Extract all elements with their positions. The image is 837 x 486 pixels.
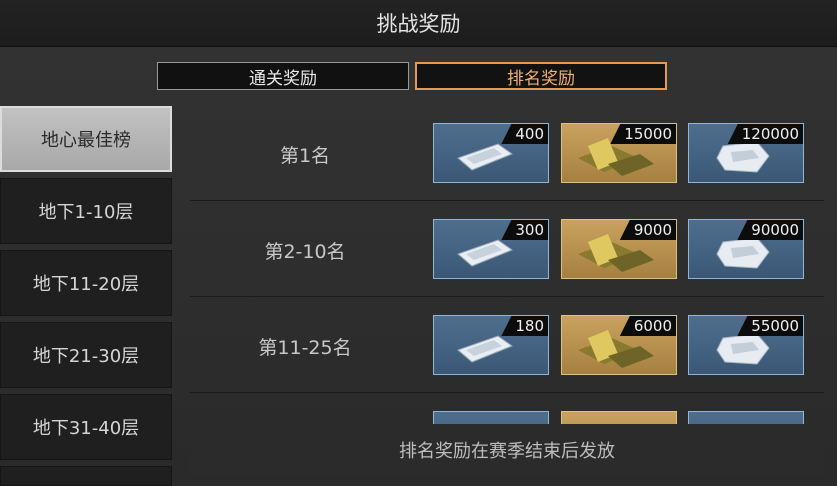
sidebar-item-core-best[interactable]: 地心最佳榜 [0,106,172,172]
footer-note-text: 排名奖励在赛季结束后发放 [399,441,615,462]
sidebar-item-floor-1-10[interactable]: 地下1-10层 [0,178,172,244]
tab-label: 排名奖励 [507,68,575,89]
tab-clear-rewards[interactable]: 通关奖励 [157,62,409,90]
page-title: 挑战奖励 [376,12,461,36]
reward-item[interactable]: 180 [433,315,549,375]
reward-item[interactable]: 9000 [561,219,677,279]
sidebar-item-floor-21-30[interactable]: 地下21-30层 [0,322,172,388]
rewards-list[interactable]: 第1名 400 15000 120000 第2-10名 300 9000 900… [190,108,828,424]
reward-item[interactable]: 300 [433,219,549,279]
rank-label: 第2-10名 [264,240,346,263]
tab-label: 通关奖励 [249,68,317,89]
tab-rank-rewards[interactable]: 排名奖励 [415,62,667,90]
reward-row-partial [190,396,824,424]
item-quantity: 120000 [727,124,803,144]
reward-item[interactable]: 400 [433,123,549,183]
reward-row: 第11-25名 180 6000 55000 [190,300,824,393]
reward-item[interactable]: 15000 [561,123,677,183]
item-quantity: 55000 [737,316,803,336]
item-quantity: 15000 [610,124,676,144]
reward-item[interactable] [561,411,677,424]
reward-item[interactable] [688,411,804,424]
sidebar-item-floor-31-40[interactable]: 地下31-40层 [0,394,172,460]
reward-item[interactable]: 120000 [688,123,804,183]
sidebar-item-label: 地下31-40层 [32,418,140,439]
rank-label: 第1名 [279,144,331,167]
reward-item[interactable]: 6000 [561,315,677,375]
reward-item[interactable] [433,411,549,424]
sidebar-item-label: 地下11-20层 [32,274,140,295]
sidebar-item-label: 地下21-30层 [32,346,140,367]
rank-label: 第11-25名 [258,336,352,359]
reward-row: 第2-10名 300 9000 90000 [190,204,824,297]
footer-note: 排名奖励在赛季结束后发放 [190,424,824,476]
title-bar: 挑战奖励 [0,0,837,47]
item-quantity: 90000 [737,220,803,240]
reward-item[interactable]: 55000 [688,315,804,375]
reward-item[interactable]: 90000 [688,219,804,279]
sidebar-item-label: 地心最佳榜 [41,130,131,151]
sidebar-item-floor-11-20[interactable]: 地下11-20层 [0,250,172,316]
reward-row: 第1名 400 15000 120000 [190,108,824,201]
sidebar-item-partial[interactable] [0,466,172,486]
sidebar-item-label: 地下1-10层 [38,202,134,223]
